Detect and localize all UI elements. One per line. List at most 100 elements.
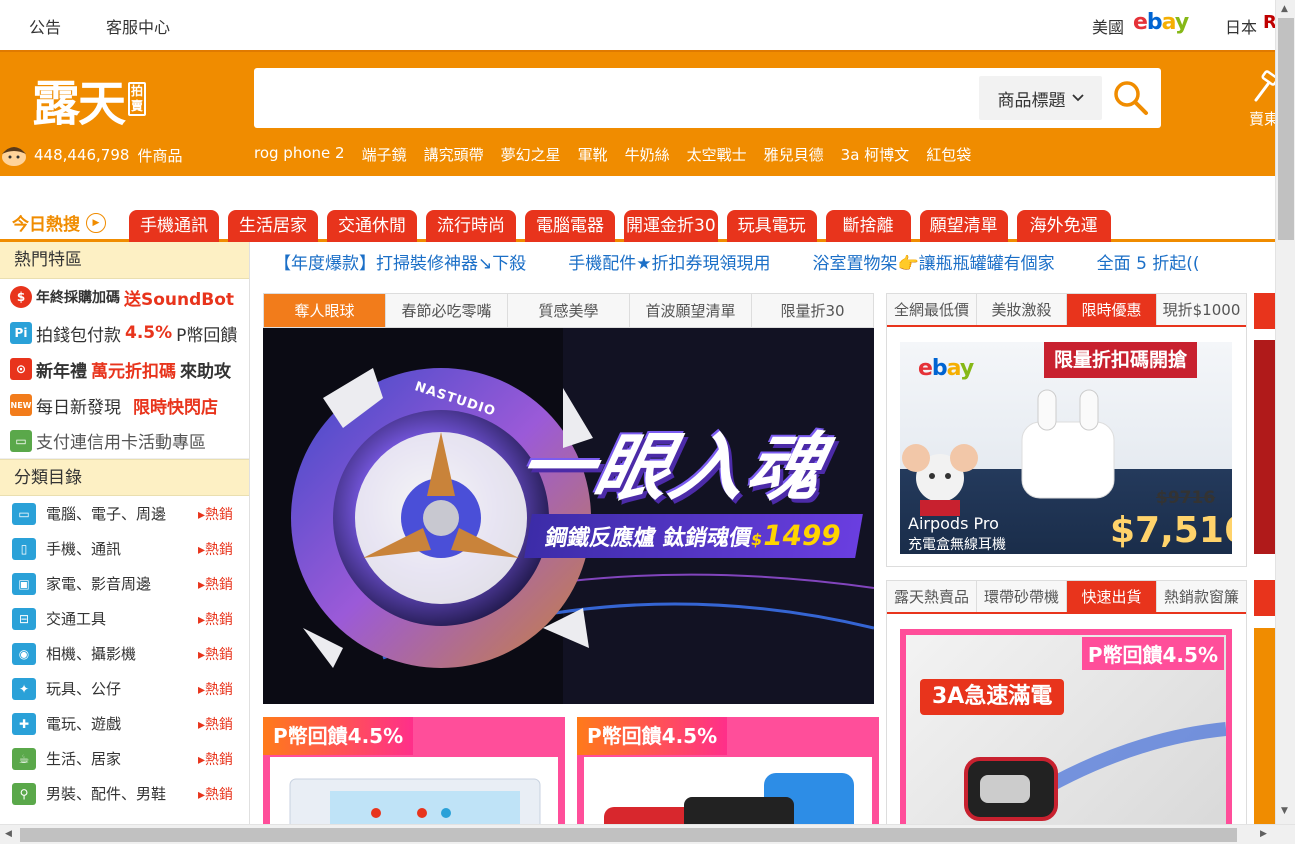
horizontal-scrollbar[interactable]: ◀ ▶ <box>0 824 1295 844</box>
hot-keyword[interactable]: 3a 柯博文 <box>841 144 910 165</box>
deals-tab[interactable]: 現折$1000 <box>1157 294 1246 325</box>
hot-sales-link[interactable]: ▸熱銷 <box>198 749 233 769</box>
scroll-down-icon[interactable]: ▼ <box>1281 806 1288 816</box>
category-tab[interactable]: 玩具電玩 <box>726 210 817 242</box>
sidebar-category[interactable]: ▯ 手機、通訊 ▸熱銷 <box>0 531 249 566</box>
hot-sales-link[interactable]: ▸熱銷 <box>198 504 233 524</box>
category-tab[interactable]: 流行時尚 <box>426 210 516 242</box>
sidebar-category[interactable]: ⚲ 男裝、配件、男鞋 ▸熱銷 <box>0 776 249 811</box>
product-count-value: 448,446,798 <box>34 146 130 164</box>
hot-keyword[interactable]: 紅包袋 <box>926 144 971 165</box>
scroll-up-icon[interactable]: ▲ <box>1281 4 1288 14</box>
pi-wallet-icon: Pi <box>10 322 32 344</box>
category-tab[interactable]: 電腦電器 <box>525 210 615 242</box>
sidebar-category[interactable]: ◉ 相機、攝影機 ▸熱銷 <box>0 636 249 671</box>
category-tab[interactable]: 生活居家 <box>228 210 318 242</box>
marquee-item[interactable]: 【年度爆款】打掃裝修神器↘下殺 <box>274 249 526 274</box>
hot-keyword[interactable]: 雅兒貝德 <box>764 144 824 165</box>
category-tab[interactable]: 手機通訊 <box>129 210 219 242</box>
sidebar-category[interactable]: ✦ 玩具、公仔 ▸熱銷 <box>0 671 249 706</box>
hot-keyword[interactable]: 軍靴 <box>578 144 608 165</box>
hot-sales-link[interactable]: ▸熱銷 <box>198 574 233 594</box>
promo-card-tag: P幣回饋4.5% <box>577 717 728 755</box>
horizontal-scroll-thumb[interactable] <box>20 828 1237 842</box>
banner-tab[interactable]: 首波願望清單 <box>630 294 752 327</box>
announcement-marquee: 【年度爆款】打掃裝修神器↘下殺 手機配件★折扣券現領現用 浴室置物架👉讓瓶瓶罐罐… <box>250 242 1275 280</box>
hot-sales-link[interactable]: ▸熱銷 <box>198 609 233 629</box>
cable-ad[interactable]: P幣回饋4.5% 3A急速滿電 <box>900 629 1232 829</box>
credit-card-icon: ▭ <box>10 429 32 452</box>
hot-items-tab[interactable]: 露天熱賣品 <box>887 581 977 612</box>
promo-link[interactable]: NEW 每日新發現 限時快閃店 <box>0 387 249 423</box>
home-icon: ☕ <box>12 747 36 770</box>
hot-keyword[interactable]: 牛奶絲 <box>625 144 670 165</box>
promo-card[interactable]: P幣回饋4.5% <box>577 717 879 844</box>
today-hot-label: 今日熱搜 <box>12 215 80 235</box>
vertical-scrollbar[interactable]: ▲ ▼ <box>1275 0 1295 824</box>
deals-panel: 全網最低價 美妝激殺 限時優惠 現折$1000 ebay 限量折扣碼開搶 $97 <box>886 293 1247 567</box>
hot-keyword[interactable]: rog phone 2 <box>254 144 345 165</box>
category-tab[interactable]: 開運金折30 <box>624 210 718 242</box>
airpods-ad[interactable]: ebay 限量折扣碼開搶 $9716 Airpods Pro 充電盒無線耳機 $… <box>900 342 1232 554</box>
promo-link[interactable]: Pi 拍錢包付款 4.5% P幣回饋 <box>0 315 249 351</box>
marquee-item[interactable]: 全面 5 折起(( <box>1097 249 1200 274</box>
promo-link[interactable]: $ 年終採購加碼 送SoundBot <box>0 279 249 315</box>
category-tab[interactable]: 交通休閒 <box>327 210 417 242</box>
sidebar-category[interactable]: ✚ 電玩、遊戲 ▸熱銷 <box>0 706 249 741</box>
search-scope-label: 商品標題 <box>997 90 1066 111</box>
deals-tab[interactable]: 美妝激殺 <box>977 294 1067 325</box>
marquee-item[interactable]: 手機配件★折扣券現領現用 <box>568 249 770 274</box>
menswear-icon: ⚲ <box>12 782 36 805</box>
hot-keyword[interactable]: 講究頭帶 <box>424 144 484 165</box>
scroll-right-icon[interactable]: ▶ <box>1260 829 1267 839</box>
usa-site-link[interactable]: 美國 <box>1092 14 1124 38</box>
category-label: 男裝、配件、男鞋 <box>46 785 167 803</box>
search-icon <box>1114 81 1148 115</box>
scroll-left-icon[interactable]: ◀ <box>5 829 12 839</box>
hot-keyword[interactable]: 太空戰士 <box>687 144 747 165</box>
marquee-item[interactable]: 浴室置物架👉讓瓶瓶罐罐有個家 <box>813 249 1055 274</box>
banner-tab[interactable]: 奪人眼球 <box>264 294 386 327</box>
hot-sales-link[interactable]: ▸熱銷 <box>198 679 233 699</box>
hot-sales-link[interactable]: ▸熱銷 <box>198 644 233 664</box>
deals-tab[interactable]: 全網最低價 <box>887 294 977 325</box>
sidebar-category[interactable]: ▭ 電腦、電子、周邊 ▸熱銷 <box>0 496 249 531</box>
promo-link[interactable]: ▭ 支付連信用卡活動專區 <box>0 423 249 459</box>
cable-image <box>964 722 1226 821</box>
next-panel-edge <box>1254 293 1275 329</box>
search-input[interactable] <box>262 76 962 120</box>
site-logo[interactable]: 露天 拍賣 <box>32 68 147 132</box>
category-tab[interactable]: 海外免運 <box>1016 210 1111 242</box>
hot-sales-link[interactable]: ▸熱銷 <box>198 714 233 734</box>
category-label: 玩具、公仔 <box>46 680 122 698</box>
sidebar-category[interactable]: ☕ 生活、居家 ▸熱銷 <box>0 741 249 776</box>
top-bar: 公告 客服中心 美國 ebay 日本 R <box>0 0 1277 50</box>
hot-items-tab[interactable]: 快速出貨 <box>1067 581 1157 612</box>
vertical-scroll-thumb[interactable] <box>1278 18 1294 240</box>
customer-service-link[interactable]: 客服中心 <box>106 14 170 38</box>
banner-tab[interactable]: 春節必吃零嘴 <box>386 294 508 327</box>
search-button[interactable] <box>1109 76 1153 120</box>
promo-card[interactable]: P幣回饋4.5% <box>263 717 565 844</box>
hot-items-tabs: 露天熱賣品 環帶砂帶機 快速出貨 熱銷款窗簾 <box>887 581 1246 614</box>
sidebar-category[interactable]: ▣ 家電、影音周邊 ▸熱銷 <box>0 566 249 601</box>
hot-items-tab[interactable]: 熱銷款窗簾 <box>1157 581 1246 612</box>
banner-tab[interactable]: 質感美學 <box>508 294 630 327</box>
search-scope-select[interactable]: 商品標題 <box>979 76 1102 120</box>
hot-sales-link[interactable]: ▸熱銷 <box>198 539 233 559</box>
hot-sales-link[interactable]: ▸熱銷 <box>198 784 233 804</box>
today-hot[interactable]: 今日熱搜 ▶ <box>12 210 106 235</box>
hot-keyword[interactable]: 夢幻之星 <box>501 144 561 165</box>
japan-site-link[interactable]: 日本 <box>1225 14 1257 38</box>
hot-keyword[interactable]: 端子鏡 <box>362 144 407 165</box>
category-tab[interactable]: 斷捨離 <box>825 210 911 242</box>
ebay-logo[interactable]: ebay <box>1133 10 1189 35</box>
main-banner[interactable]: NASTUDIO 一眼入魂 鋼鐵反應爐 鈦銷魂價$1499 <box>263 328 874 704</box>
sidebar-category[interactable]: ⊟ 交通工具 ▸熱銷 <box>0 601 249 636</box>
deals-tab[interactable]: 限時優惠 <box>1067 294 1157 325</box>
banner-tab[interactable]: 限量折30 <box>752 294 873 327</box>
category-tab[interactable]: 願望清單 <box>919 210 1008 242</box>
promo-link[interactable]: ⊙ 新年禮 萬元折扣碼 來助攻 <box>0 351 249 387</box>
announcement-link[interactable]: 公告 <box>29 14 61 38</box>
hot-items-tab[interactable]: 環帶砂帶機 <box>977 581 1067 612</box>
